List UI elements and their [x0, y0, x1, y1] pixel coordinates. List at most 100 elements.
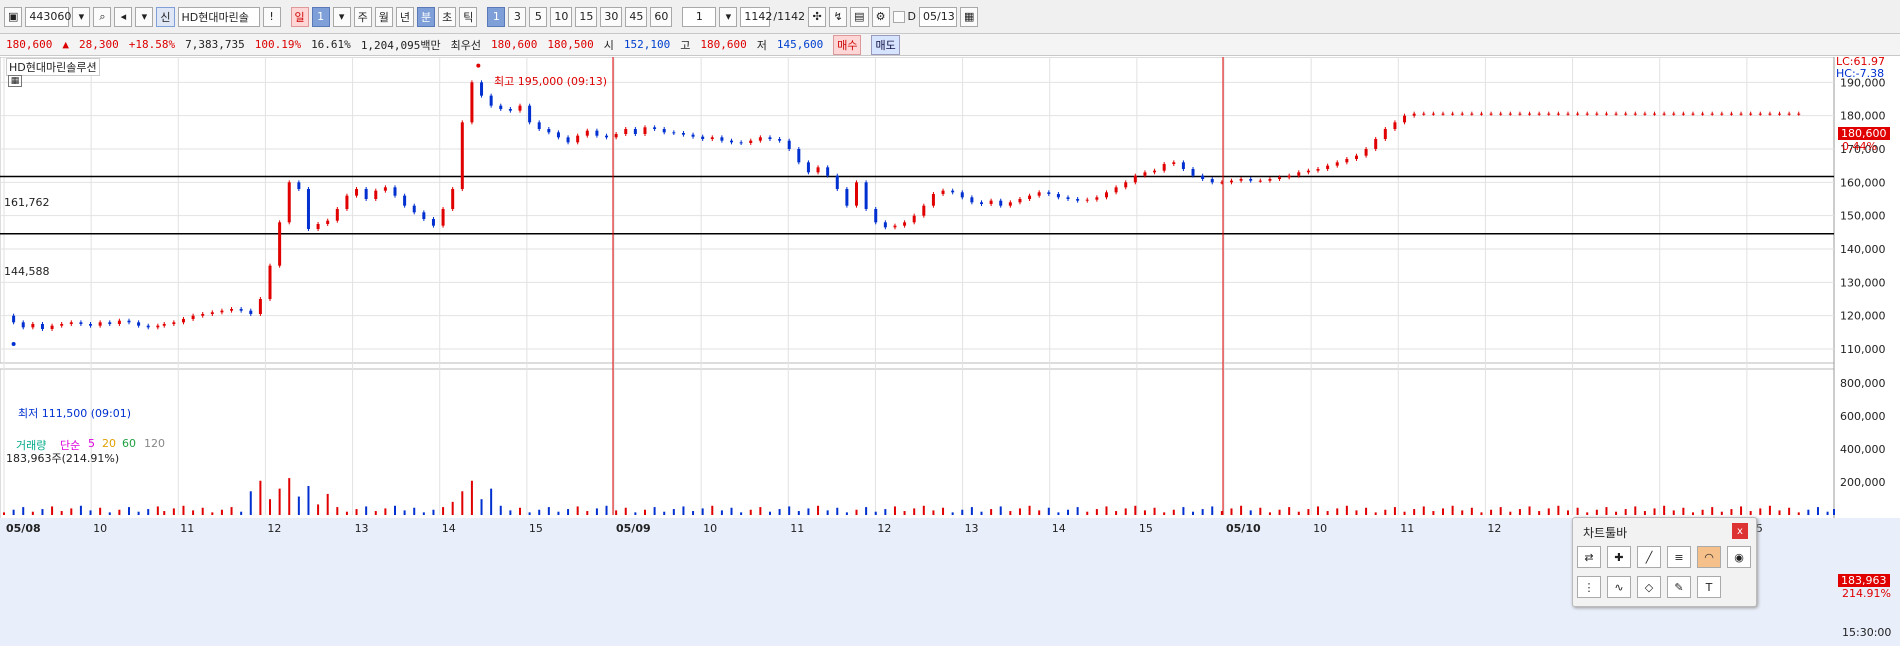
x-tick-label: 15: [1139, 522, 1153, 535]
x-tick-label: 10: [93, 522, 107, 535]
text-tool-icon[interactable]: T: [1697, 576, 1721, 598]
candle-body: [1528, 113, 1532, 115]
candle-body: [230, 309, 234, 311]
x-tick-label: 11: [790, 522, 804, 535]
sell-button[interactable]: 매도: [871, 34, 900, 55]
page-count-input[interactable]: 1142: [740, 6, 772, 27]
candle-body: [1547, 113, 1551, 115]
volume-bar: [1326, 511, 1329, 515]
candle-body: [903, 222, 907, 226]
volume-bar: [942, 507, 945, 515]
color-tool-icon[interactable]: ◉: [1727, 546, 1751, 568]
volume-bar: [595, 508, 598, 515]
candle-body: [306, 189, 310, 229]
volume-bar: [1307, 509, 1310, 515]
tool-icon-b[interactable]: ↯: [829, 6, 848, 27]
volume-bar: [1538, 511, 1541, 515]
volume-y-tick-label: 200,000: [1840, 476, 1886, 489]
period-dropdown-icon[interactable]: ▾: [332, 6, 351, 27]
candle-body: [624, 129, 628, 134]
interval-15-button[interactable]: 15: [575, 6, 598, 27]
gear-icon[interactable]: ⚙: [871, 6, 890, 27]
period-month-button[interactable]: 월: [374, 6, 393, 27]
period-minute-button[interactable]: 분: [417, 6, 436, 27]
volume-bar: [1278, 509, 1281, 515]
speaker-icon[interactable]: ◂: [114, 6, 133, 27]
date-input[interactable]: 05/13: [919, 6, 957, 27]
date-checkbox[interactable]: [892, 10, 905, 23]
info-button[interactable]: !: [262, 6, 281, 27]
unit-input[interactable]: 1: [682, 6, 717, 27]
candle-body: [633, 129, 637, 134]
channel-tool-icon[interactable]: ≡: [1667, 546, 1691, 568]
period-second-button[interactable]: 초: [438, 6, 457, 27]
volume-bar: [1672, 510, 1675, 515]
interval-1-button[interactable]: 1: [487, 6, 506, 27]
interval-5-button[interactable]: 5: [529, 6, 548, 27]
interval-60-button[interactable]: 60: [650, 6, 673, 27]
high-label: 고: [680, 38, 691, 52]
save-icon[interactable]: ▤: [850, 6, 869, 27]
candle-body: [1268, 179, 1272, 181]
ma5-legend: 5: [88, 437, 95, 450]
volume-ratio: 100.19%: [254, 38, 302, 51]
exchange-tool-icon[interactable]: ⇄: [1577, 546, 1601, 568]
page-total-label: /1142: [773, 10, 806, 23]
trendline-tool-icon[interactable]: ╱: [1637, 546, 1661, 568]
candle-body: [1076, 199, 1080, 201]
interval-10-button[interactable]: 10: [550, 6, 573, 27]
chart-menu-icon[interactable]: ▣: [4, 6, 23, 27]
volume-bar: [922, 505, 925, 515]
period-tick-button[interactable]: 틱: [459, 6, 478, 27]
calendar-icon[interactable]: ▦: [960, 6, 979, 27]
candle-body: [1374, 139, 1378, 149]
candle-body: [1479, 113, 1483, 115]
panel-icon[interactable]: ▦: [8, 75, 22, 87]
best-bid: 180,500: [547, 38, 594, 51]
interval-45-button[interactable]: 45: [625, 6, 648, 27]
volume-bar: [1518, 509, 1521, 515]
stock-code-input[interactable]: 443060: [25, 6, 71, 27]
unit-dropdown-icon[interactable]: ▾: [719, 6, 738, 27]
volume-bar: [1163, 512, 1166, 515]
volume-bar: [1586, 512, 1589, 515]
interval-3-button[interactable]: 3: [508, 6, 527, 27]
fib-tool-icon[interactable]: ⋮: [1577, 576, 1601, 598]
pattern-tool-icon[interactable]: ◠: [1697, 546, 1721, 568]
code-dropdown-icon[interactable]: ▾: [72, 6, 91, 27]
candle-body: [576, 135, 580, 143]
speaker-dropdown-icon[interactable]: ▾: [135, 6, 154, 27]
stock-name-field[interactable]: HD현대마린솔: [177, 6, 260, 27]
search-icon[interactable]: ⌕: [93, 6, 112, 27]
period-week-button[interactable]: 주: [353, 6, 372, 27]
period-count-field[interactable]: 1: [311, 6, 330, 27]
volume-bar: [1461, 510, 1464, 515]
candle-body: [681, 133, 685, 135]
chart-area[interactable]: 05/08 10 11 12 13 14 15 05/09 10 11 12 13 14 15 05/10 1…: [0, 55, 1900, 646]
volume-last-tag: 183,963: [1838, 574, 1890, 587]
candle-body: [768, 137, 772, 139]
time-label: 15:30:00: [1842, 626, 1892, 639]
period-day-button[interactable]: 일: [290, 6, 309, 27]
credit-badge-icon[interactable]: 신: [156, 6, 175, 27]
tool-icon-a[interactable]: ✣: [808, 6, 827, 27]
close-icon[interactable]: x: [1732, 523, 1748, 539]
eraser-tool-icon[interactable]: ◇: [1637, 576, 1661, 598]
chart-toolbar-panel[interactable]: 차트툴바 x ⇄ ✚ ╱ ≡ ◠ ◉ ⋮ ∿ ◇ ✎ T: [1572, 517, 1757, 607]
candle-body: [864, 182, 868, 209]
wave-tool-icon[interactable]: ∿: [1607, 576, 1631, 598]
candle-body: [79, 322, 83, 324]
volume-bar: [1682, 507, 1685, 515]
volume-bar: [147, 509, 150, 515]
candle-body: [1028, 195, 1032, 199]
buy-button[interactable]: 매수: [833, 34, 862, 55]
candle-body: [1768, 113, 1772, 115]
y-tick-label: 150,000: [1840, 210, 1886, 223]
candle-body: [108, 322, 112, 324]
interval-30-button[interactable]: 30: [600, 6, 623, 27]
volume-bar: [317, 504, 320, 515]
volume-bar: [1480, 512, 1483, 515]
draw-tool-icon[interactable]: ✎: [1667, 576, 1691, 598]
cross-tool-icon[interactable]: ✚: [1607, 546, 1631, 568]
period-year-button[interactable]: 년: [395, 6, 415, 27]
